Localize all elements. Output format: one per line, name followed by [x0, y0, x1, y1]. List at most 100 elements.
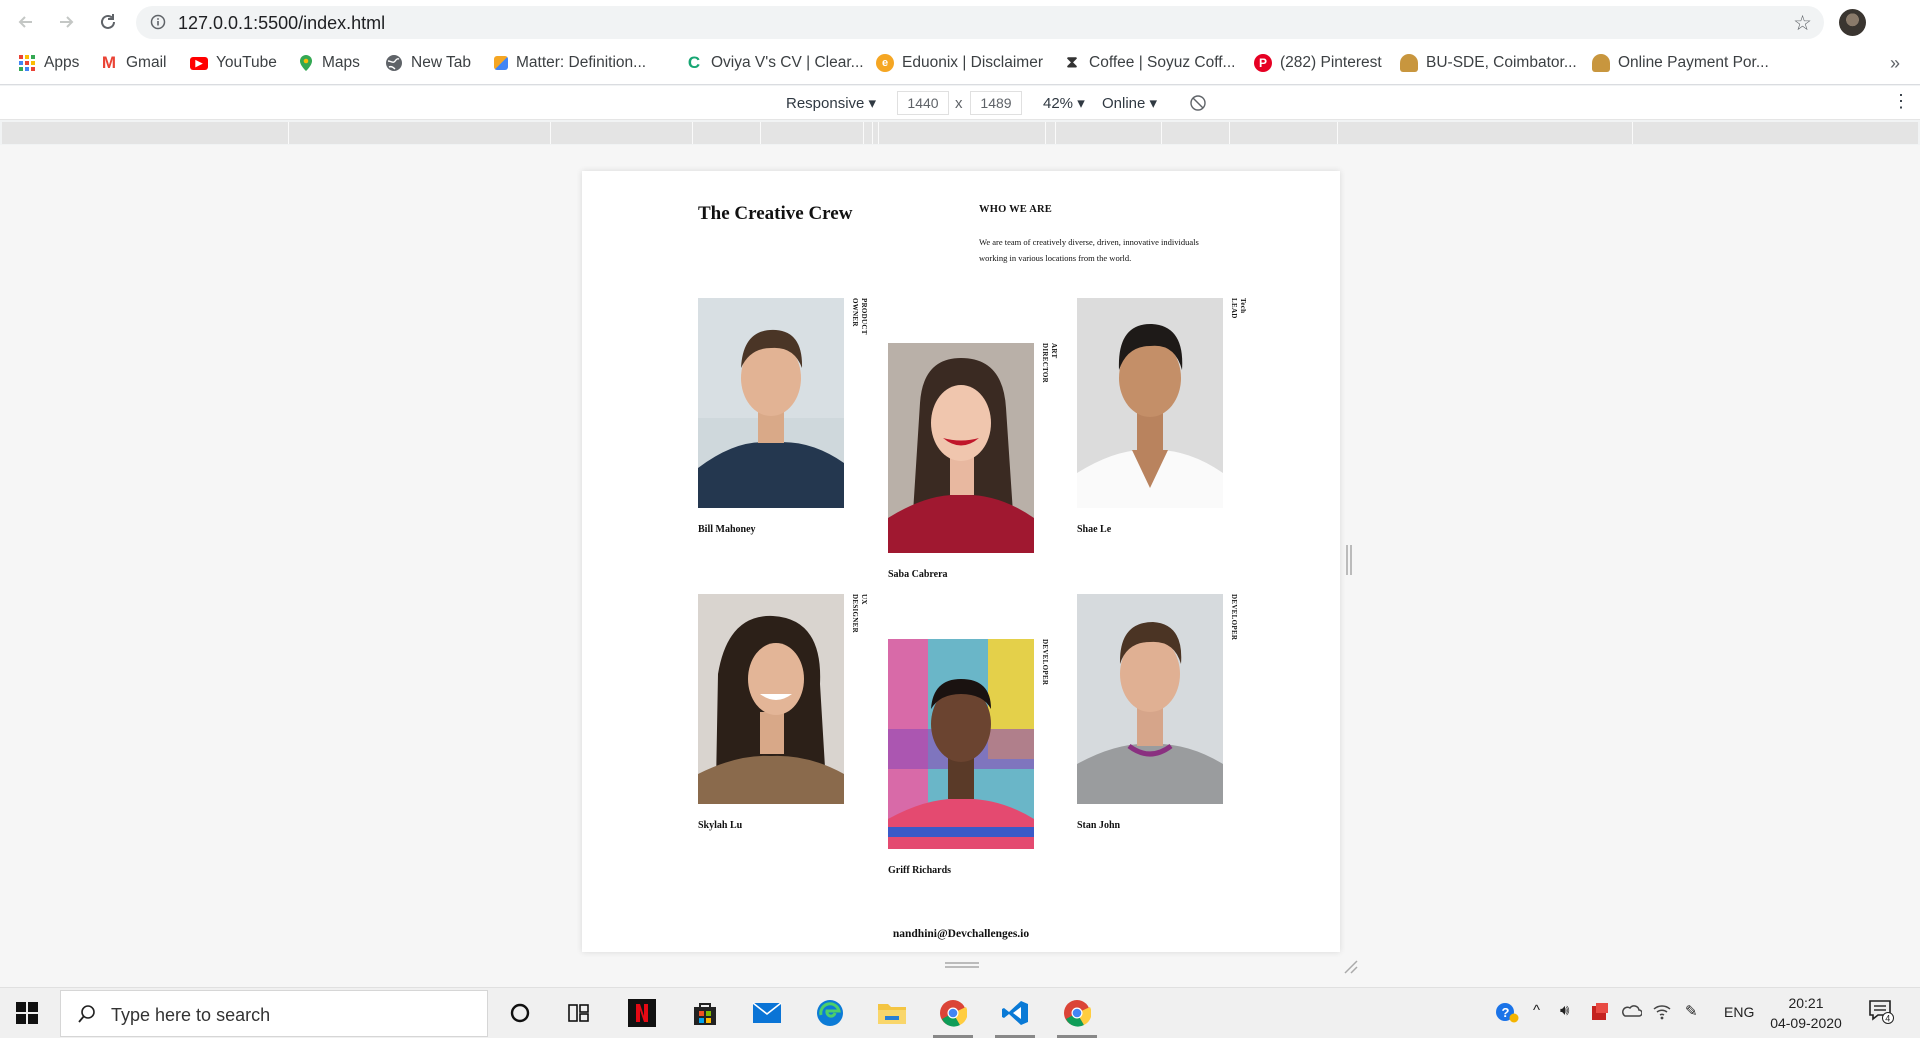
media-tick — [872, 122, 873, 144]
bookmark-label: Eduonix | Disclaimer — [902, 54, 1043, 71]
maps-pin-icon — [300, 55, 312, 71]
omnibox[interactable]: 127.0.0.1:5500/index.html ☆ — [136, 6, 1824, 39]
bookmark-eduonix[interactable]: e Eduonix | Disclaimer — [876, 54, 1043, 72]
who-we-are-text: We are team of creatively diverse, drive… — [979, 237, 1199, 263]
member-photo — [698, 594, 844, 804]
bookmark-pinterest[interactable]: P (282) Pinterest — [1254, 54, 1382, 72]
bookmark-maps[interactable]: Maps — [298, 54, 360, 72]
volume-icon[interactable]: 🔊︎ — [1560, 1002, 1569, 1019]
more-options-icon[interactable]: ⋮ — [1892, 91, 1910, 112]
member-photo — [888, 639, 1034, 849]
arrow-left-icon — [18, 16, 32, 28]
zoom-label: 42% — [1043, 95, 1074, 112]
media-tick — [550, 122, 551, 144]
taskbar-search-input[interactable]: Type here to search — [60, 990, 488, 1037]
globe-icon — [386, 55, 402, 71]
forward-button[interactable] — [54, 10, 78, 34]
youtube-icon: ▶ — [190, 56, 208, 70]
clearcv-icon: C — [685, 53, 703, 72]
edge-icon[interactable] — [815, 998, 845, 1028]
cortana-icon[interactable] — [505, 998, 535, 1028]
media-query-bar[interactable] — [2, 122, 1918, 144]
web-page: The Creative Crew WHO WE ARE We are team… — [582, 171, 1340, 952]
browser-address-row: 127.0.0.1:5500/index.html ☆ — [0, 0, 1920, 45]
bookmark-new-tab[interactable]: New Tab — [385, 54, 471, 72]
back-button[interactable] — [14, 10, 38, 34]
bookmark-label: New Tab — [411, 54, 472, 71]
device-toolbar: Responsive ▾ 1440 x 1489 42% ▾ Online ▾ … — [0, 86, 1920, 120]
bookmark-label: Matter: Definition... — [516, 54, 647, 71]
bookmark-label: Gmail — [126, 54, 167, 71]
matter-icon — [494, 56, 508, 70]
profile-avatar[interactable] — [1839, 9, 1866, 36]
pinterest-icon: P — [1254, 54, 1272, 72]
bookmark-online-payment[interactable]: Online Payment Por... — [1592, 54, 1769, 72]
bookmark-coffee[interactable]: ⧗ Coffee | Soyuz Coff... — [1063, 54, 1235, 72]
bookmark-label: YouTube — [216, 54, 277, 71]
clock[interactable]: 20:21 04-09-2020 — [1766, 993, 1846, 1033]
netflix-icon[interactable] — [627, 998, 657, 1028]
footer-email[interactable]: nandhini@Devchallenges.io — [582, 928, 1340, 940]
vscode-icon[interactable] — [1000, 998, 1030, 1028]
svg-text:?: ? — [1502, 1005, 1510, 1020]
file-explorer-icon[interactable] — [877, 998, 907, 1028]
rotate-icon[interactable] — [1189, 94, 1207, 116]
media-tick — [1045, 122, 1046, 144]
bookmark-apps[interactable]: Apps — [18, 54, 79, 72]
url-text[interactable]: 127.0.0.1:5500/index.html — [178, 13, 385, 34]
width-input[interactable]: 1440 — [897, 91, 949, 115]
clock-time: 20:21 — [1788, 995, 1824, 1011]
reload-icon — [101, 14, 115, 29]
payment-icon — [1592, 54, 1610, 72]
resize-handle-right[interactable] — [1346, 545, 1352, 575]
onedrive-icon[interactable] — [1620, 1002, 1643, 1022]
more-bookmarks-icon[interactable]: » — [1890, 53, 1900, 74]
height-input[interactable]: 1489 — [970, 91, 1022, 115]
zoom-select[interactable]: 42% ▾ — [1043, 94, 1085, 112]
resize-corner-icon[interactable] — [1341, 957, 1359, 975]
mail-icon[interactable] — [752, 998, 782, 1028]
language-indicator[interactable]: ENG — [1724, 1004, 1754, 1020]
device-select[interactable]: Responsive ▾ — [786, 94, 876, 112]
store-icon[interactable] — [690, 998, 720, 1028]
bookmark-clearcv[interactable]: C Oviya V's CV | Clear... — [685, 53, 864, 72]
network-throttle-select[interactable]: Online ▾ — [1102, 94, 1157, 112]
wifi-icon[interactable] — [1652, 1002, 1672, 1024]
device-label: Responsive — [786, 95, 865, 112]
info-icon[interactable] — [150, 14, 166, 30]
media-tick — [1229, 122, 1230, 144]
chevron-up-icon[interactable]: ^ — [1533, 1002, 1540, 1019]
pen-icon[interactable]: ✎ — [1685, 1002, 1698, 1020]
bookmarks-bar: Apps M Gmail ▶ YouTube Maps New Tab Matt… — [0, 45, 1920, 85]
reload-button[interactable] — [96, 10, 120, 34]
task-view-icon[interactable] — [565, 998, 595, 1028]
help-icon[interactable]: ? — [1495, 1002, 1519, 1028]
chrome-icon[interactable] — [1062, 998, 1092, 1028]
windows-start-icon[interactable] — [16, 1002, 38, 1024]
bookmark-bu-sde[interactable]: BU-SDE, Coimbator... — [1400, 54, 1577, 72]
member-photo — [888, 343, 1034, 553]
windows-taskbar: Type here to search ? ^ 🔊︎ ✎ ENG 20:21 0… — [0, 987, 1920, 1038]
bookmark-matter[interactable]: Matter: Definition... — [494, 54, 646, 72]
bookmark-label: BU-SDE, Coimbator... — [1426, 54, 1577, 71]
bookmark-star-icon[interactable]: ☆ — [1793, 11, 1812, 36]
page-title: The Creative Crew — [698, 203, 853, 224]
chrome-icon[interactable] — [938, 998, 968, 1028]
bookmark-youtube[interactable]: ▶ YouTube — [190, 54, 277, 72]
clock-date: 04-09-2020 — [1770, 1015, 1842, 1031]
member-photo — [698, 298, 844, 508]
notification-badge-icon[interactable] — [1590, 1002, 1610, 1026]
who-we-are-heading: WHO WE ARE — [979, 204, 1052, 215]
member-name: Saba Cabrera — [888, 569, 948, 580]
bookmark-gmail[interactable]: M Gmail — [100, 53, 167, 72]
media-tick — [878, 122, 879, 144]
member-name: Bill Mahoney — [698, 524, 756, 535]
member-role: DEVELOPER — [1230, 594, 1238, 641]
media-tick — [1161, 122, 1162, 144]
resize-handle-bottom[interactable] — [945, 962, 979, 968]
gmail-icon: M — [100, 53, 118, 72]
network-label: Online — [1102, 95, 1146, 112]
action-center-icon[interactable]: 4 — [1868, 998, 1894, 1028]
bookmark-label: Online Payment Por... — [1618, 54, 1769, 71]
search-icon — [78, 1005, 95, 1023]
